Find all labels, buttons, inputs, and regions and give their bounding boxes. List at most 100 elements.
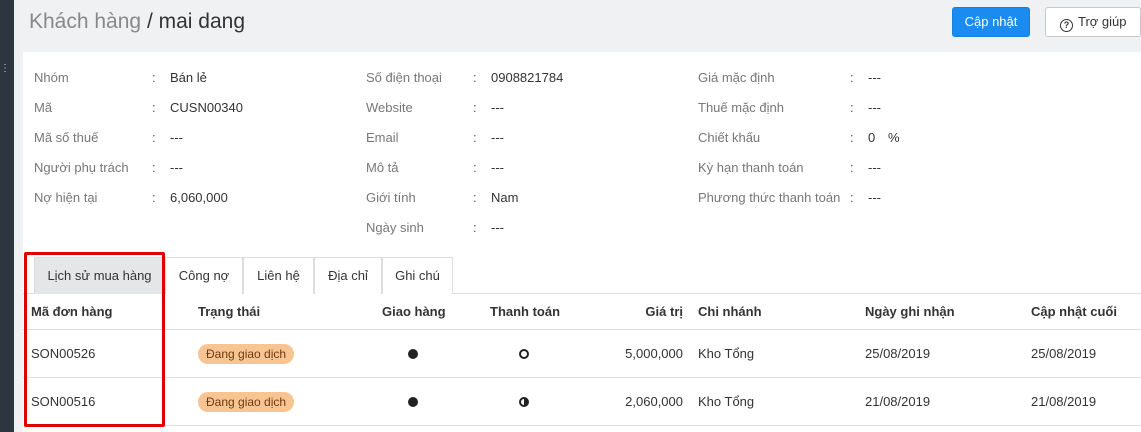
info-label: Nhóm (34, 70, 69, 85)
order-code[interactable]: SON00516 (31, 378, 95, 425)
table-row[interactable]: SON00516 Đang giao dịch 2,060,000 Kho Tổ… (23, 378, 1141, 426)
col-recorded-date[interactable]: Ngày ghi nhận (865, 294, 955, 330)
table-header: Mã đơn hàng Trạng thái Giao hàng Thanh t… (23, 294, 1141, 330)
order-updated-date: 21/08/2019 (1031, 394, 1097, 409)
col-branch[interactable]: Chi nhánh (698, 294, 762, 330)
info-label: Mã số thuế (34, 130, 99, 145)
info-colon: : (473, 190, 477, 205)
help-icon: ? (1060, 19, 1073, 32)
info-label: Giá mặc định (698, 70, 775, 85)
order-value: 2,060,000 (625, 394, 683, 409)
order-code[interactable]: SON00526 (31, 330, 95, 377)
info-colon: : (152, 70, 156, 85)
col-delivery[interactable]: Giao hàng (382, 294, 446, 330)
breadcrumb-separator: / (141, 10, 159, 33)
info-value: --- (868, 160, 881, 175)
info-label: Website (366, 100, 413, 115)
tab-contact[interactable]: Liên hệ (243, 257, 314, 294)
delivery-status-icon (408, 349, 418, 359)
tab-address[interactable]: Địa chỉ (314, 257, 382, 294)
info-colon: : (850, 130, 854, 145)
status-badge: Đang giao dịch (198, 344, 295, 364)
info-value: --- (868, 100, 881, 115)
order-recorded-date: 21/08/2019 (865, 394, 931, 409)
info-label: Giới tính (366, 190, 416, 205)
tab-notes[interactable]: Ghi chú (382, 257, 453, 294)
tab-purchase-history[interactable]: Lịch sử mua hàng (34, 257, 165, 294)
info-colon: : (473, 220, 477, 235)
col-payment[interactable]: Thanh toán (490, 294, 560, 330)
info-default-price: Giá mặc định : --- (698, 69, 998, 87)
info-value: CUSN00340 (170, 100, 243, 115)
info-label: Người phụ trách (34, 160, 129, 175)
info-colon: : (152, 100, 156, 115)
info-value: 6,060,000 (170, 190, 228, 205)
info-label: Chiết khấu (698, 130, 761, 145)
order-branch: Kho Tổng (698, 394, 755, 409)
info-email: Email : --- (366, 129, 686, 147)
info-person-in-charge: Người phụ trách : --- (34, 159, 364, 177)
info-value: Nam (491, 190, 519, 205)
info-colon: : (850, 70, 854, 85)
info-colon: : (850, 100, 854, 115)
info-label: Phương thức thanh toán (698, 190, 841, 205)
customer-detail-panel: Nhóm : Bán lẻ Mã : CUSN00340 Mã số thuế … (23, 52, 1141, 432)
info-tax-code: Mã số thuế : --- (34, 129, 364, 147)
info-value: --- (868, 70, 881, 85)
help-button-label: Trợ giúp (1078, 14, 1127, 29)
info-value: --- (170, 160, 183, 175)
info-value: Bán lẻ (170, 70, 207, 85)
header: Khách hàng / mai dang Cập nhật ? Trợ giúp (14, 0, 1141, 52)
info-colon: : (473, 160, 477, 175)
info-label: Mã (34, 100, 53, 115)
customer-name: mai dang (158, 10, 246, 33)
info-gender: Giới tính : Nam (366, 189, 686, 207)
col-status[interactable]: Trạng thái (198, 294, 260, 330)
info-value: --- (491, 160, 504, 175)
info-value: 0908821784 (491, 70, 564, 85)
info-label: Số điện thoại (366, 70, 442, 85)
info-colon: : (473, 130, 477, 145)
info-colon: : (473, 70, 477, 85)
update-button[interactable]: Cập nhật (952, 7, 1030, 37)
info-birthday: Ngày sinh : --- (366, 219, 686, 237)
info-value: --- (491, 100, 504, 115)
info-group: Nhóm : Bán lẻ (34, 69, 364, 87)
menu-toggle-icon[interactable]: ⋮ (0, 64, 10, 74)
order-branch: Kho Tổng (698, 346, 755, 361)
info-label: Ngày sinh (366, 220, 424, 235)
info-label: Mô tả (366, 160, 399, 175)
info-code: Mã : CUSN00340 (34, 99, 364, 117)
info-value: --- (491, 130, 504, 145)
info-current-debt: Nợ hiện tại : 6,060,000 (34, 189, 364, 207)
info-colon: : (850, 190, 854, 205)
discount-unit: % (888, 130, 900, 145)
info-payment-term: Kỳ hạn thanh toán : --- (698, 159, 998, 177)
page: Khách hàng / mai dang Cập nhật ? Trợ giúp… (14, 0, 1141, 432)
order-updated-date: 25/08/2019 (1031, 346, 1097, 361)
info-value: 0 (868, 130, 876, 145)
info-colon: : (473, 100, 477, 115)
order-recorded-date: 25/08/2019 (865, 346, 931, 361)
info-colon: : (152, 190, 156, 205)
info-label: Thuế mặc định (698, 100, 784, 115)
info-label: Kỳ hạn thanh toán (698, 160, 804, 175)
help-button[interactable]: ? Trợ giúp (1045, 7, 1141, 37)
info-value: --- (868, 190, 881, 205)
col-order-code[interactable]: Mã đơn hàng (31, 294, 112, 330)
info-value: --- (170, 130, 183, 145)
breadcrumb[interactable]: Khách hàng (29, 10, 141, 33)
payment-status-icon (519, 349, 529, 359)
col-last-updated[interactable]: Cập nhật cuối (1031, 294, 1117, 330)
info-colon: : (152, 130, 156, 145)
page-title: Khách hàng / mai dang (29, 10, 245, 34)
status-badge: Đang giao dịch (198, 392, 295, 412)
info-description: Mô tả : --- (366, 159, 686, 177)
table-row[interactable]: SON00526 Đang giao dịch 5,000,000 Kho Tổ… (23, 330, 1141, 378)
col-value[interactable]: Giá trị (623, 294, 683, 330)
tab-debt[interactable]: Công nợ (165, 257, 243, 294)
detail-tabs: Lịch sử mua hàng Công nợ Liên hệ Địa chỉ… (23, 257, 1141, 294)
info-label: Nợ hiện tại (34, 190, 98, 205)
info-phone: Số điện thoại : 0908821784 (366, 69, 686, 87)
info-colon: : (850, 160, 854, 175)
